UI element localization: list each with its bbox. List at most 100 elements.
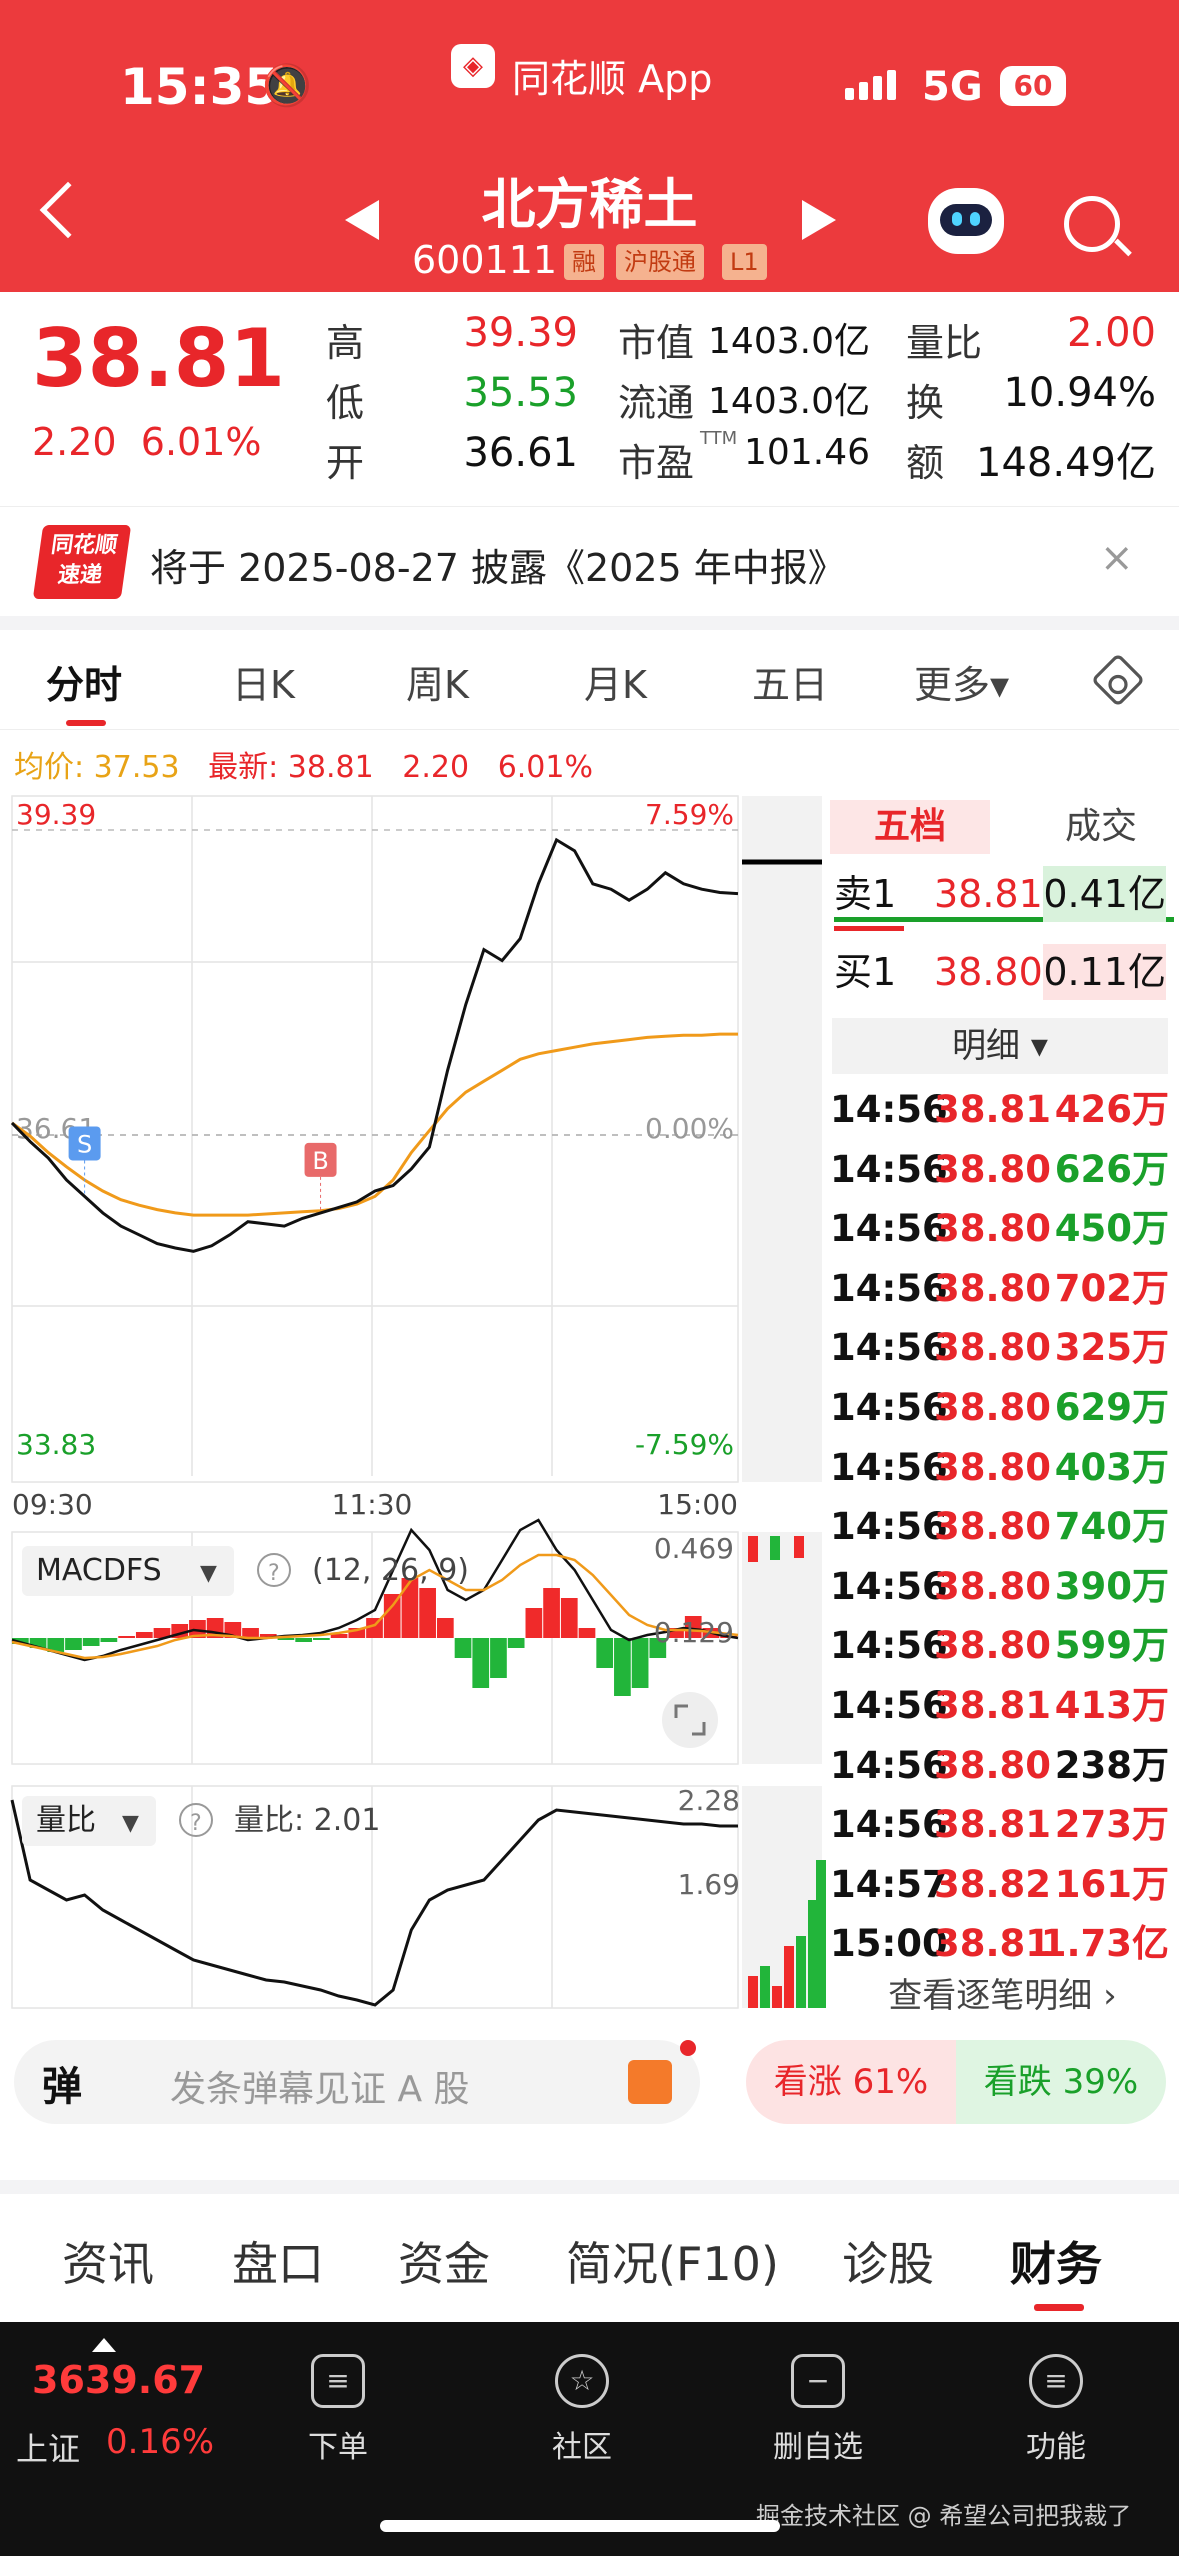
intraday-chart[interactable]: 39.39 36.61 33.83 7.59% 0.00% -7.59% SB … — [0, 790, 826, 2020]
svg-text:▼: ▼ — [122, 1811, 139, 1836]
tab-five-level[interactable]: 五档 — [830, 800, 990, 854]
dropdown-icon: ▼ — [200, 1561, 217, 1586]
macd-bar — [383, 1594, 401, 1638]
tab-funds[interactable]: 资金 — [398, 2228, 490, 2294]
macd-bar — [454, 1638, 472, 1658]
mcap-value: 1403.0亿 — [708, 321, 870, 362]
price-line — [10, 837, 739, 1253]
tab-orderbook[interactable]: 盘口 — [232, 2228, 324, 2294]
index-value[interactable]: 3639.67 — [32, 2358, 205, 2402]
up-arrow-icon — [92, 2338, 116, 2352]
danmu-input[interactable]: 弹 发条弹幕见证 A 股 — [14, 2040, 700, 2124]
notice-banner[interactable]: 同花顺 速递 将于 2025-08-27 披露《2025 年中报》 × — [0, 506, 1179, 616]
gift-icon[interactable] — [628, 2060, 672, 2104]
header: 15:35 🔕 ◈ 同花顺 App 5G 60 北方稀土 600111 融 沪股… — [0, 0, 1179, 292]
side-vol-bar — [796, 1936, 806, 2008]
index-name: 上证 — [16, 2430, 81, 2468]
avg-line-info: 均价: 37.53 最新: 38.81 2.20 6.01% — [14, 742, 593, 786]
close-icon[interactable]: × — [1100, 535, 1134, 581]
settings-gear-icon[interactable] — [1090, 652, 1146, 708]
amount-value: 148.49亿 — [976, 440, 1156, 486]
side-vol-bar — [816, 1860, 826, 2008]
latest-change: 2.20 — [402, 750, 470, 785]
active-tab-underline — [1034, 2304, 1084, 2311]
active-tab-underline — [66, 720, 106, 726]
app-name: 同花顺 App — [512, 57, 713, 101]
trade-row: 15:00 38.81 1.73亿 — [830, 1922, 1169, 1966]
macd-bar — [118, 1636, 135, 1638]
low-label: 低 — [326, 381, 365, 425]
ylabel-mid-pct: 0.00% — [645, 1112, 734, 1145]
tab-daily-k[interactable]: 日K — [232, 654, 295, 709]
side-vol-bar — [772, 1986, 782, 2008]
macd-bar — [614, 1638, 631, 1696]
svg-text:B: B — [312, 1147, 328, 1175]
bullish-vote-button[interactable]: 看涨 61% — [746, 2040, 956, 2124]
macd-bar — [507, 1638, 525, 1648]
functions-button[interactable]: ≡ 功能 — [986, 2342, 1126, 2466]
vol-strip — [742, 796, 822, 1482]
tab-more[interactable]: 更多▾ — [914, 654, 1009, 709]
trade-row: 14:56 38.80 450万 — [830, 1207, 1169, 1251]
tab-intraday[interactable]: 分时 — [46, 654, 122, 709]
ylabel-bottom-pct: -7.59% — [635, 1428, 734, 1461]
macd-bar — [596, 1638, 614, 1668]
tag-hk-connect: 沪股通 — [616, 244, 704, 280]
danmu-icon: 弹 — [42, 2064, 82, 2110]
bearish-vote-button[interactable]: 看跌 39% — [956, 2040, 1166, 2124]
macd-bar — [490, 1638, 507, 1678]
volratio-value: 量比: 2.01 — [234, 1803, 380, 1838]
tab-news[interactable]: 资讯 — [62, 2228, 154, 2294]
trade-row: 14:57 38.82 161万 — [830, 1862, 1169, 1906]
current-price: 38.81 — [32, 312, 286, 405]
signal-icon — [845, 70, 901, 100]
tab-weekly-k[interactable]: 周K — [406, 654, 469, 709]
tab-trades[interactable]: 成交 — [1026, 800, 1176, 854]
notification-dot — [680, 2040, 696, 2056]
tab-finance[interactable]: 财务 — [1010, 2228, 1102, 2294]
trade-marker-B: B — [304, 1142, 337, 1213]
trade-row: 14:56 38.80 390万 — [830, 1564, 1169, 1608]
star-icon: ☆ — [555, 2354, 609, 2408]
volratio-v1: 2.28 — [678, 1784, 740, 1817]
amount-label: 额 — [906, 441, 945, 485]
macd-bar — [560, 1598, 578, 1638]
order-button[interactable]: ≡ 下单 — [268, 2342, 408, 2466]
divider — [0, 2180, 1179, 2194]
xtick-1500: 15:00 — [657, 1488, 738, 1521]
robot-assistant-icon[interactable] — [928, 188, 1004, 254]
tab-f10[interactable]: 简况(F10) — [566, 2228, 779, 2294]
tab-diagnosis[interactable]: 诊股 — [842, 2228, 934, 2294]
ylabel-top-pct: 7.59% — [645, 798, 734, 831]
detail-dropdown[interactable]: 明细 ▾ — [832, 1018, 1168, 1074]
book-tabs: 五档 成交 — [826, 796, 1179, 858]
minus-icon: − — [791, 2354, 845, 2408]
notice-text: 将于 2025-08-27 披露《2025 年中报》 — [150, 546, 846, 590]
macd-params: (12, 26, 9) — [312, 1553, 469, 1588]
search-icon[interactable] — [1064, 196, 1120, 252]
tab-five-day[interactable]: 五日 — [752, 654, 828, 709]
macd-v2: 0.129 — [654, 1616, 734, 1649]
macd-bar — [472, 1638, 490, 1688]
remove-watchlist-button[interactable]: − 删自选 — [748, 2342, 888, 2466]
xtick-0930: 09:30 — [12, 1488, 93, 1521]
turnover-label: 换 — [906, 381, 945, 425]
side-vol-bar — [784, 1946, 794, 2008]
divider — [0, 616, 1179, 630]
side-vol-bar — [748, 1976, 758, 2008]
high-value: 39.39 — [463, 310, 578, 356]
mcap-label: 市值 — [618, 321, 695, 365]
community-button[interactable]: ☆ 社区 — [512, 2342, 652, 2466]
side-vol-bar — [748, 1536, 758, 1562]
pe-label: 市盈 — [618, 441, 695, 485]
sell1-row: 卖1 38.81 0.41亿 — [834, 866, 1174, 922]
view-all-trades-link[interactable]: 查看逐笔明细 › — [826, 1968, 1179, 2017]
fullscreen-icon[interactable] — [662, 1692, 718, 1748]
ylabel-top: 39.39 — [16, 798, 96, 831]
trade-row: 14:56 38.81 413万 — [830, 1684, 1169, 1727]
mute-bell-icon: 🔕 — [262, 63, 312, 109]
macd-v1: 0.469 — [654, 1532, 734, 1565]
watermark: 掘金技术社区 @ 希望公司把我裁了 — [756, 2502, 1132, 2530]
tab-monthly-k[interactable]: 月K — [584, 654, 647, 709]
network-label: 5G — [922, 64, 983, 110]
